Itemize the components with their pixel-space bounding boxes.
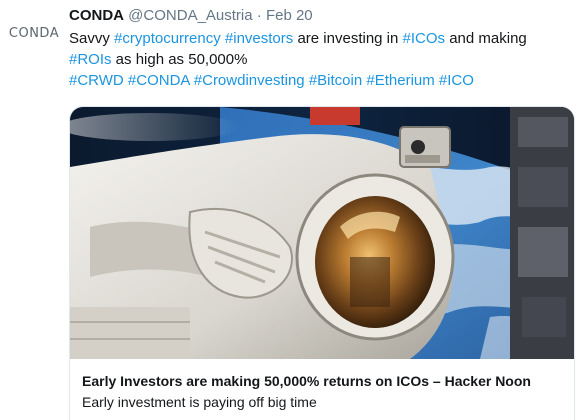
astronaut-photo-icon — [70, 107, 574, 359]
hashtag-link[interactable]: #investors — [225, 30, 293, 47]
hashtag-link[interactable]: #Etherium — [366, 72, 434, 89]
avatar[interactable]: CONDA — [8, 22, 60, 44]
hashtag-link[interactable]: #ICO — [439, 72, 474, 89]
conda-logo: CONDA — [8, 25, 60, 41]
hashtag-link[interactable]: #ICOs — [403, 30, 446, 47]
hashtag-line: #CRWD #CONDA #Crowdinvesting #Bitcoin #E… — [69, 70, 569, 91]
card-body: Early Investors are making 50,000% retur… — [70, 359, 574, 412]
hashtag-link[interactable]: #Crowdinvesting — [194, 72, 305, 89]
text-segment: as high as 50,000% — [111, 51, 248, 68]
text-segment: and making — [445, 30, 527, 47]
hashtag-link[interactable]: #CONDA — [128, 72, 190, 89]
link-card[interactable]: Early Investors are making 50,000% retur… — [69, 106, 575, 420]
card-image[interactable] — [70, 107, 574, 359]
tweet-text: Savvy #cryptocurrency #investors are inv… — [69, 28, 569, 91]
hashtag-link[interactable]: #Bitcoin — [309, 72, 362, 89]
card-description: Early investment is paying off big time — [82, 394, 317, 410]
display-name[interactable]: CONDA — [69, 7, 124, 24]
separator: · — [256, 7, 262, 24]
hashtag-link[interactable]: #CRWD — [69, 72, 124, 89]
text-segment: are investing in — [293, 30, 403, 47]
tweet-header: CONDA @CONDA_Austria · Feb 20 — [69, 5, 569, 27]
tweet-date[interactable]: Feb 20 — [266, 7, 313, 24]
user-handle[interactable]: @CONDA_Austria — [128, 7, 252, 24]
text-segment: Savvy — [69, 30, 115, 47]
card-title[interactable]: Early Investors are making 50,000% retur… — [82, 371, 562, 391]
hashtag-link[interactable]: #ROIs — [69, 51, 112, 68]
tweet: CONDA @CONDA_Austria · Feb 20 Savvy #cry… — [69, 5, 569, 91]
hashtag-link[interactable]: #cryptocurrency — [114, 30, 221, 47]
